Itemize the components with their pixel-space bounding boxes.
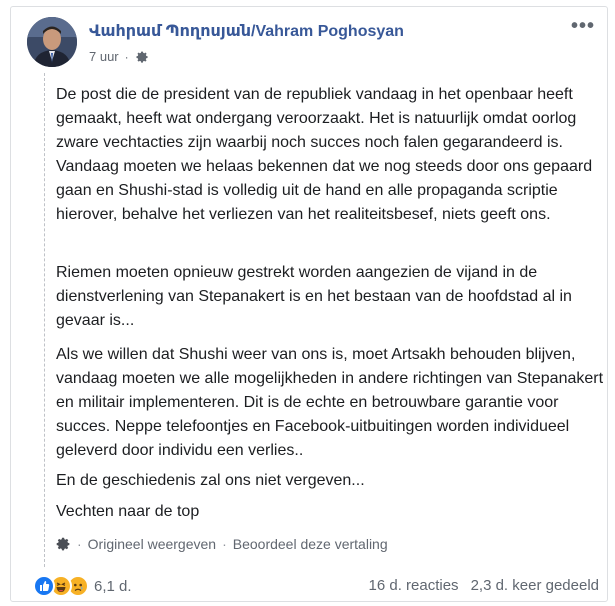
translated-text-block: De post die de president van de republie… <box>44 73 603 567</box>
see-original-link[interactable]: Origineel weergeven <box>88 536 216 552</box>
post-paragraph: Vechten naar de top <box>56 503 200 520</box>
avatar[interactable] <box>27 17 77 67</box>
post-paragraph: Riemen moeten opnieuw gestrekt worden aa… <box>56 264 572 329</box>
like-reaction-icon[interactable] <box>33 575 55 597</box>
post-card: Վահրամ Պողոսյան/Vahram Poghosyan 7 uur ·… <box>10 6 608 602</box>
post-footer: 6,1 d. 16 d. reacties 2,3 d. keer gedeel… <box>11 567 607 601</box>
gear-icon <box>55 536 71 552</box>
post-timestamp[interactable]: 7 uur <box>89 49 119 64</box>
author-name[interactable]: Վահրամ Պողոսյան/Vahram Poghosyan <box>89 21 404 41</box>
shares-count-link[interactable]: 2,3 d. keer gedeeld <box>471 577 599 594</box>
post-paragraph: De post die de president van de republie… <box>56 86 593 223</box>
engagement-stats: 16 d. reacties 2,3 d. keer gedeeld <box>369 577 600 594</box>
translation-controls: · Origineel weergeven · Beoordeel deze v… <box>55 536 388 552</box>
meta-separator: · <box>124 49 129 64</box>
post-paragraph: En de geschiedenis zal ons niet vergeven… <box>56 472 365 489</box>
separator: · <box>77 536 82 552</box>
post-meta: 7 uur · <box>89 49 149 64</box>
gear-icon <box>135 50 149 64</box>
reaction-count[interactable]: 6,1 d. <box>94 578 132 595</box>
comments-count-link[interactable]: 16 d. reacties <box>369 577 459 594</box>
more-options-icon[interactable]: ••• <box>571 16 595 36</box>
separator: · <box>222 536 227 552</box>
rate-translation-link[interactable]: Beoordeel deze vertaling <box>233 536 388 552</box>
reaction-summary[interactable]: 6,1 d. <box>33 575 132 597</box>
post-paragraph: Als we willen dat Shushi weer van ons is… <box>56 346 604 459</box>
